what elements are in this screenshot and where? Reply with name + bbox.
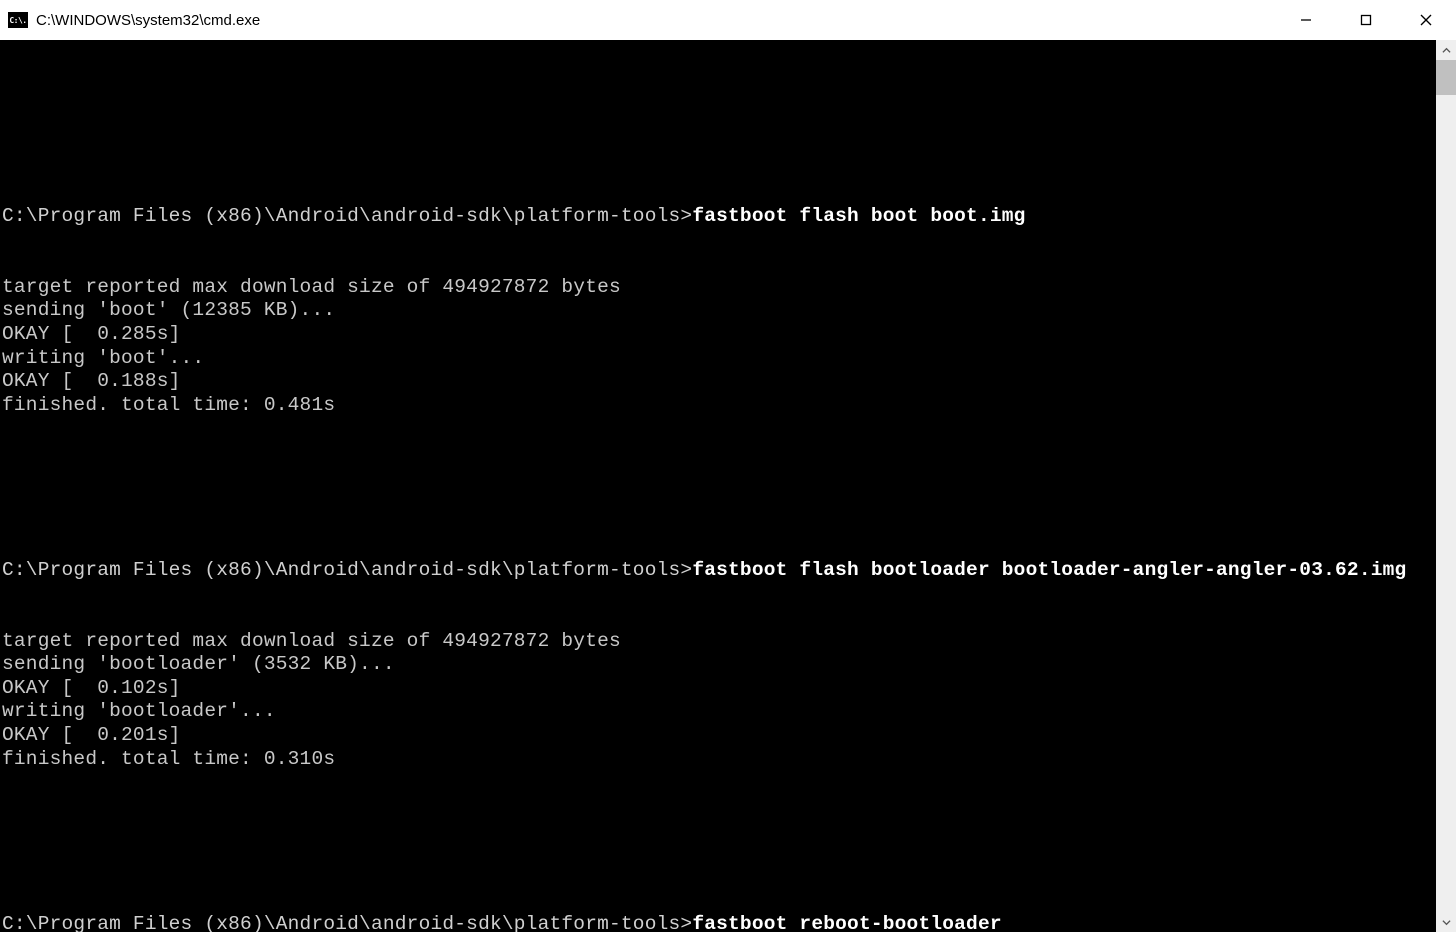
minimize-icon	[1300, 14, 1312, 26]
prompt: C:\Program Files (x86)\Android\android-s…	[2, 559, 692, 581]
terminal-output[interactable]: C:\Program Files (x86)\Android\android-s…	[0, 40, 1436, 932]
window-title: C:\WINDOWS\system32\cmd.exe	[36, 12, 1276, 29]
output-text: target reported max download size of 494…	[2, 276, 1434, 418]
command-text: fastboot reboot-bootloader	[692, 913, 1001, 932]
command-line: C:\Program Files (x86)\Android\android-s…	[2, 913, 1434, 932]
scroll-up-button[interactable]	[1436, 40, 1456, 60]
command-line: C:\Program Files (x86)\Android\android-s…	[2, 205, 1434, 229]
output-text: target reported max download size of 494…	[2, 630, 1434, 772]
window-controls	[1276, 0, 1456, 40]
chevron-up-icon	[1442, 46, 1451, 55]
scroll-down-button[interactable]	[1436, 912, 1456, 932]
prompt: C:\Program Files (x86)\Android\android-s…	[2, 205, 692, 227]
chevron-down-icon	[1442, 918, 1451, 927]
command-line: C:\Program Files (x86)\Android\android-s…	[2, 559, 1434, 583]
cmd-icon-label: C:\.	[9, 16, 26, 25]
close-icon	[1420, 14, 1432, 26]
leading-blank	[2, 87, 1434, 134]
blank-separator	[2, 818, 1434, 842]
blank-separator	[2, 465, 1434, 489]
command-text: fastboot flash boot boot.img	[692, 205, 1025, 227]
command-text: fastboot flash bootloader bootloader-ang…	[692, 559, 1406, 581]
minimize-button[interactable]	[1276, 0, 1336, 40]
scroll-track[interactable]	[1436, 60, 1456, 912]
prompt: C:\Program Files (x86)\Android\android-s…	[2, 913, 692, 932]
scroll-thumb[interactable]	[1436, 60, 1456, 95]
terminal-wrapper: C:\Program Files (x86)\Android\android-s…	[0, 40, 1456, 932]
window-titlebar[interactable]: C:\. C:\WINDOWS\system32\cmd.exe	[0, 0, 1456, 40]
maximize-icon	[1360, 14, 1372, 26]
vertical-scrollbar[interactable]	[1436, 40, 1456, 932]
cmd-icon: C:\.	[8, 12, 28, 28]
maximize-button[interactable]	[1336, 0, 1396, 40]
close-button[interactable]	[1396, 0, 1456, 40]
